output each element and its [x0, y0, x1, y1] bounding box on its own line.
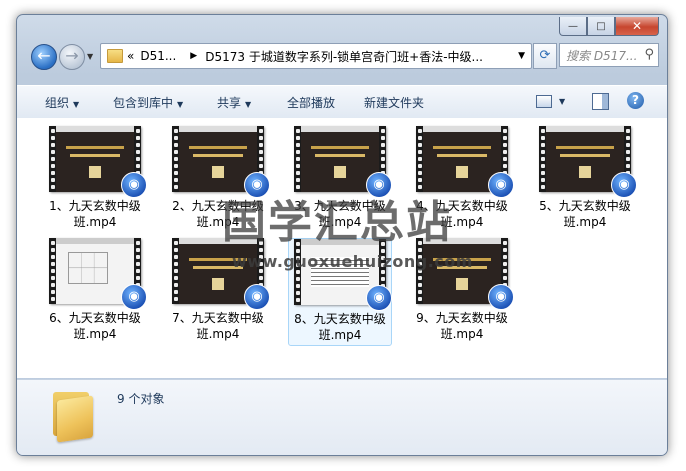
- file-name: 3、九天玄数中级班.mp4: [294, 199, 386, 229]
- media-player-icon: ◉: [366, 285, 392, 311]
- breadcrumb-parent[interactable]: D51...: [140, 49, 176, 63]
- close-button[interactable]: ✕: [615, 17, 659, 36]
- folder-icon: [51, 392, 95, 443]
- caption-buttons: — □ ✕: [559, 17, 659, 36]
- search-input[interactable]: 搜索 D517... ⚲: [559, 43, 659, 67]
- media-player-icon: ◉: [121, 284, 147, 310]
- details-pane: 9 个对象: [17, 379, 667, 455]
- video-thumbnail: ◉: [416, 126, 514, 198]
- back-button[interactable]: ←: [31, 44, 57, 70]
- minimize-button[interactable]: —: [559, 17, 587, 36]
- navigation-bar: ← → ▼ « D51... ▶ D5173 于城道数字系列-锁单宫奇门班+香法…: [17, 35, 667, 75]
- file-name: 9、九天玄数中级班.mp4: [416, 311, 508, 341]
- media-player-icon: ◉: [244, 172, 270, 198]
- media-player-icon: ◉: [611, 172, 637, 198]
- film-strip: [539, 126, 546, 192]
- file-item[interactable]: ◉ 6、九天玄数中级班.mp4: [43, 238, 147, 346]
- file-name: 2、九天玄数中级班.mp4: [172, 199, 264, 229]
- share-button[interactable]: 共享 ▼: [217, 94, 251, 111]
- file-item[interactable]: ◉ 7、九天玄数中级班.mp4: [166, 238, 270, 346]
- video-thumbnail: ◉: [539, 126, 637, 198]
- film-strip: [416, 126, 423, 192]
- search-placeholder: 搜索 D517...: [566, 48, 638, 63]
- command-bar: 组织 ▼ 包含到库中 ▼ 共享 ▼ 全部播放 新建文件夹 ▼ ?: [17, 85, 667, 119]
- film-strip: [294, 239, 301, 305]
- film-strip: [49, 126, 56, 192]
- forward-button[interactable]: →: [59, 44, 85, 70]
- maximize-button[interactable]: □: [587, 17, 615, 36]
- film-strip: [172, 238, 179, 304]
- help-icon[interactable]: ?: [627, 92, 644, 109]
- media-player-icon: ◉: [488, 284, 514, 310]
- file-name: 5、九天玄数中级班.mp4: [539, 199, 631, 229]
- video-thumbnail: ◉: [416, 238, 514, 310]
- file-item[interactable]: ◉ 1、九天玄数中级班.mp4: [43, 126, 147, 234]
- address-dropdown-icon[interactable]: ▼: [518, 51, 525, 61]
- chevron-down-icon: ▼: [245, 100, 252, 109]
- film-strip: [172, 126, 179, 192]
- file-name: 8、九天玄数中级班.mp4: [294, 312, 386, 342]
- film-strip: [294, 126, 301, 192]
- video-thumbnail: ◉: [49, 238, 147, 310]
- media-player-icon: ◉: [366, 172, 392, 198]
- video-thumbnail: ◉: [294, 126, 392, 198]
- file-name: 1、九天玄数中级班.mp4: [49, 199, 141, 229]
- forward-arrow-icon: →: [65, 46, 79, 65]
- address-collapsed[interactable]: «: [127, 49, 134, 63]
- address-bar[interactable]: « D51... ▶ D5173 于城道数字系列-锁单宫奇门班+香法-中级...…: [100, 43, 532, 69]
- new-folder-button[interactable]: 新建文件夹: [364, 94, 424, 111]
- chevron-down-icon: ▼: [177, 100, 184, 109]
- organize-label: 组织: [45, 96, 70, 110]
- play-all-button[interactable]: 全部播放: [287, 94, 335, 111]
- include-in-library-button[interactable]: 包含到库中 ▼: [113, 94, 183, 111]
- file-item[interactable]: ◉ 2、九天玄数中级班.mp4: [166, 126, 270, 234]
- preview-pane-icon[interactable]: [592, 93, 609, 110]
- view-dropdown-icon[interactable]: ▼: [559, 97, 565, 106]
- item-count: 9 个对象: [117, 392, 165, 406]
- share-label: 共享: [217, 96, 242, 110]
- file-list: ◉ 1、九天玄数中级班.mp4 ◉ 2、九天玄数中级班.mp4 ◉ 3、九天玄数中级班.m…: [17, 118, 667, 378]
- organize-button[interactable]: 组织 ▼: [45, 94, 79, 111]
- media-player-icon: ◉: [244, 284, 270, 310]
- recent-pages-dropdown[interactable]: ▼: [87, 52, 93, 61]
- change-view-icon[interactable]: [536, 95, 552, 108]
- video-thumbnail: ◉: [49, 126, 147, 198]
- refresh-icon: ⟳: [539, 48, 551, 63]
- file-name: 6、九天玄数中级班.mp4: [49, 311, 141, 341]
- video-thumbnail: ◉: [172, 238, 270, 310]
- film-strip: [49, 238, 56, 304]
- video-thumbnail: ◉: [294, 239, 392, 311]
- video-thumbnail: ◉: [172, 126, 270, 198]
- media-player-icon: ◉: [121, 172, 147, 198]
- breadcrumb-separator-icon[interactable]: ▶: [190, 51, 197, 61]
- film-strip: [416, 238, 423, 304]
- search-icon[interactable]: ⚲: [644, 47, 654, 62]
- include-label: 包含到库中: [113, 96, 174, 110]
- back-arrow-icon: ←: [37, 46, 51, 65]
- explorer-window: — □ ✕ ← → ▼ « D51... ▶ D5173 于城道数字系列-锁单宫…: [16, 14, 668, 456]
- file-name: 7、九天玄数中级班.mp4: [172, 311, 264, 341]
- file-name: 4、九天玄数中级班.mp4: [416, 199, 508, 229]
- file-item[interactable]: ◉ 3、九天玄数中级班.mp4: [288, 126, 392, 234]
- chevron-down-icon: ▼: [73, 100, 80, 109]
- folder-icon: [107, 49, 123, 63]
- breadcrumb-current[interactable]: D5173 于城道数字系列-锁单宫奇门班+香法-中级...: [205, 48, 483, 65]
- file-item[interactable]: ◉ 8、九天玄数中级班.mp4: [288, 238, 392, 346]
- file-item[interactable]: ◉ 5、九天玄数中级班.mp4: [533, 126, 637, 234]
- refresh-button[interactable]: ⟳: [533, 43, 557, 69]
- file-item[interactable]: ◉ 9、九天玄数中级班.mp4: [410, 238, 514, 346]
- media-player-icon: ◉: [488, 172, 514, 198]
- file-item[interactable]: ◉ 4、九天玄数中级班.mp4: [410, 126, 514, 234]
